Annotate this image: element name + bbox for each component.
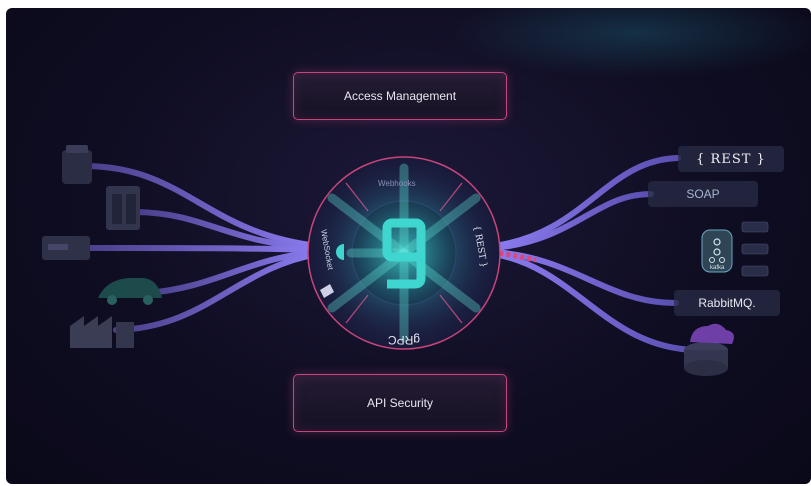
diagram-frame: Webhooks { REST } gRPC WebSocket Access … <box>6 8 811 484</box>
cloud-database-icon <box>684 323 734 376</box>
router-icon <box>42 236 90 260</box>
kafka-label: kafka <box>710 265 725 271</box>
cable-left-3 <box>83 245 321 253</box>
server-rack-icon <box>106 186 140 230</box>
service-nodes <box>741 221 769 277</box>
factory-icon <box>70 316 134 348</box>
api-security-box: API Security <box>293 374 507 432</box>
ring-label-webhooks: Webhooks <box>378 179 416 188</box>
ring-label-grpc: gRPC <box>388 333 420 347</box>
access-management-box: Access Management <box>293 72 507 120</box>
rest-target: { REST } <box>678 146 784 172</box>
device-icon <box>62 145 92 184</box>
car-icon <box>98 278 162 305</box>
soap-target: SOAP <box>648 181 758 207</box>
rabbitmq-target: RabbitMQ. <box>674 290 780 316</box>
